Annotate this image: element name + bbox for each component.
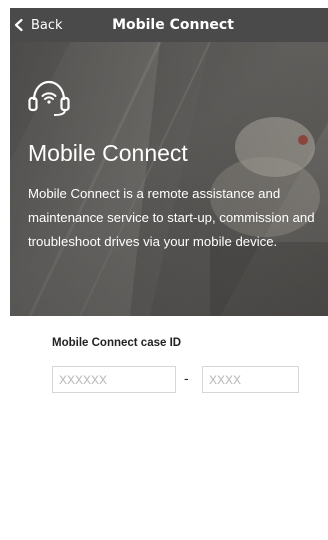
- hero-description: Mobile Connect is a remote assistance an…: [28, 186, 315, 249]
- back-label: Back: [31, 17, 63, 33]
- hero-banner: Mobile Connect Mobile Connect is a remot…: [10, 42, 328, 316]
- case-id-separator: -: [184, 370, 189, 386]
- case-id-field-2[interactable]: [202, 366, 299, 393]
- chevron-left-icon: [14, 18, 23, 32]
- hero-title: Mobile Connect: [28, 140, 188, 166]
- headset-wifi-icon: [28, 80, 70, 116]
- back-button[interactable]: Back: [12, 8, 63, 42]
- case-id-label: Mobile Connect case ID: [52, 337, 182, 349]
- case-id-field-1[interactable]: [52, 366, 176, 393]
- top-navigation-bar: Mobile Connect Back: [10, 8, 328, 42]
- app-screen: Mobile Connect Back Mobile Connect Mobil…: [10, 8, 328, 540]
